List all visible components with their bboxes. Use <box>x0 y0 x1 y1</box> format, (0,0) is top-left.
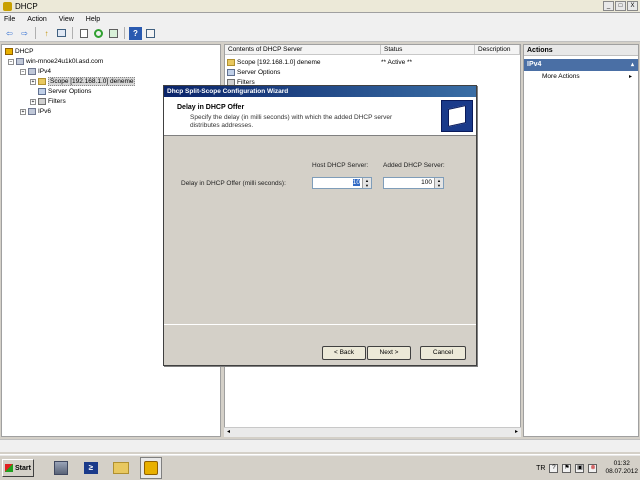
menu-help[interactable]: Help <box>86 16 100 23</box>
submenu-arrow-icon: ▸ <box>628 74 632 80</box>
list-item-name: Scope [192.168.1.0] deneme <box>237 58 321 66</box>
host-delay-stepper[interactable]: 10 ▲ ▼ <box>312 177 372 189</box>
show-hide-tree-icon[interactable] <box>55 27 68 40</box>
explorer-folder-icon[interactable] <box>110 457 132 479</box>
collapse-toggle[interactable]: − <box>20 68 26 75</box>
list-item[interactable]: Server Options <box>225 67 520 77</box>
menu-file[interactable]: File <box>4 16 15 23</box>
dialog-description: Specify the delay (in milli seconds) wit… <box>190 114 393 129</box>
scroll-left-icon[interactable]: ◂ <box>224 428 233 437</box>
console-view-icon[interactable] <box>144 27 157 40</box>
forward-arrow-icon[interactable]: ⇨ <box>18 27 31 40</box>
options-icon <box>38 88 46 95</box>
expand-toggle[interactable]: + <box>30 78 36 85</box>
help-tray-icon[interactable]: ? <box>549 463 559 473</box>
dialog-separator <box>164 324 476 325</box>
cancel-button[interactable]: Cancel <box>420 346 466 360</box>
language-indicator[interactable]: TR <box>536 465 545 472</box>
tree-scope[interactable]: + Scope [192.168.1.0] deneme <box>30 77 136 86</box>
actions-section-ipv4[interactable]: IPv4 ▴ <box>524 59 638 71</box>
dialog-title: Dhcp Split-Scope Configuration Wizard <box>164 86 476 97</box>
up-folder-icon[interactable]: ↑ <box>40 27 53 40</box>
system-tray: TR ? ⚑ ▣ ⊗ 01:32 08.07.2012 <box>536 458 638 478</box>
windows-logo-icon <box>5 464 13 472</box>
options-icon <box>227 68 235 76</box>
window-controls: _ □ X <box>603 1 638 11</box>
clock[interactable]: 01:32 08.07.2012 <box>605 460 638 476</box>
host-delay-value: 10 <box>352 179 360 186</box>
actions-pane: Actions IPv4 ▴ More Actions ▸ <box>523 44 639 437</box>
menu-action[interactable]: Action <box>27 16 46 23</box>
action-center-flag-icon[interactable]: ⚑ <box>562 463 572 473</box>
list-item[interactable]: Scope [192.168.1.0] deneme ** Active ** <box>225 57 520 67</box>
network-icon[interactable]: ▣ <box>575 463 585 473</box>
back-arrow-icon[interactable]: ⇦ <box>3 27 16 40</box>
ipv6-icon <box>28 108 36 115</box>
wizard-logo-icon <box>441 100 473 132</box>
tree-filters[interactable]: + Filters <box>30 97 66 106</box>
properties-icon[interactable] <box>77 27 90 40</box>
collapse-toggle[interactable]: − <box>8 58 14 65</box>
refresh-icon[interactable] <box>92 27 105 40</box>
help-icon[interactable]: ? <box>129 26 142 40</box>
clock-time: 01:32 <box>613 460 630 467</box>
filter-icon <box>38 98 46 105</box>
column-header-status[interactable]: Status <box>381 45 475 55</box>
menu-view[interactable]: View <box>59 16 74 23</box>
tree-ipv6[interactable]: + IPv6 <box>20 107 51 116</box>
expand-toggle[interactable]: + <box>20 108 26 115</box>
dhcp-icon <box>5 48 13 55</box>
list-item-name: Server Options <box>237 68 281 76</box>
clock-date: 08.07.2012 <box>605 468 638 475</box>
next-button[interactable]: Next > <box>367 346 411 360</box>
added-delay-stepper[interactable]: 100 ▲ ▼ <box>383 177 444 189</box>
spin-down-icon[interactable]: ▼ <box>434 183 443 188</box>
horizontal-scrollbar[interactable]: ◂ ▸ <box>224 427 521 437</box>
expand-toggle[interactable]: + <box>30 98 36 105</box>
toolbar-separator <box>35 27 36 39</box>
list-item-status: ** Active ** <box>381 58 413 66</box>
added-delay-value: 100 <box>421 179 432 186</box>
dhcp-app-icon <box>3 1 12 11</box>
column-header-description[interactable]: Description <box>475 45 520 55</box>
tree-ipv4[interactable]: − IPv4 <box>20 67 51 76</box>
tree-server-options[interactable]: Server Options <box>38 87 91 96</box>
tree-root-dhcp[interactable]: DHCP <box>5 47 33 56</box>
status-bar <box>0 439 640 452</box>
toolbar-separator <box>72 27 73 39</box>
back-button[interactable]: < Back <box>322 346 366 360</box>
collapse-caret-icon[interactable]: ▴ <box>631 59 634 71</box>
host-server-label: Host DHCP Server: <box>312 162 369 169</box>
spin-down-icon[interactable]: ▼ <box>362 183 371 188</box>
more-actions-item[interactable]: More Actions ▸ <box>524 71 638 83</box>
split-scope-wizard-dialog: Dhcp Split-Scope Configuration Wizard De… <box>163 85 477 366</box>
taskbar: Start ≥ TR ? ⚑ ▣ ⊗ 01:32 08.07.2012 <box>0 454 640 480</box>
dialog-header: Delay in DHCP Offer Specify the delay (i… <box>164 97 476 136</box>
export-list-icon[interactable] <box>107 27 120 40</box>
added-server-label: Added DHCP Server: <box>383 162 445 169</box>
volume-muted-icon[interactable]: ⊗ <box>588 463 598 473</box>
scroll-right-icon[interactable]: ▸ <box>512 428 521 437</box>
maximize-button[interactable]: □ <box>615 1 626 11</box>
ipv4-icon <box>28 68 36 75</box>
powershell-icon[interactable]: ≥ <box>80 457 102 479</box>
dialog-heading: Delay in DHCP Offer <box>177 104 245 111</box>
server-icon <box>16 58 24 65</box>
folder-icon <box>227 58 235 66</box>
column-header-contents[interactable]: Contents of DHCP Server <box>225 45 381 55</box>
minimize-button[interactable]: _ <box>603 1 614 11</box>
toolbar-separator <box>124 27 125 39</box>
server-manager-icon[interactable] <box>50 457 72 479</box>
toolbar: ⇦ ⇨ ↑ ? <box>0 25 640 42</box>
folder-icon <box>38 78 46 85</box>
actions-header: Actions <box>524 45 638 56</box>
close-button[interactable]: X <box>627 1 638 11</box>
window-titlebar: DHCP _ □ X <box>0 0 640 13</box>
start-button[interactable]: Start <box>2 459 34 477</box>
delay-label: Delay in DHCP Offer (milli seconds): <box>181 180 286 187</box>
menu-bar: File Action View Help <box>0 13 640 25</box>
window-title: DHCP <box>15 1 38 11</box>
tree-server[interactable]: − win-mnoe24u1k0l.asd.com <box>8 57 103 66</box>
dhcp-taskbar-icon[interactable] <box>140 457 162 479</box>
